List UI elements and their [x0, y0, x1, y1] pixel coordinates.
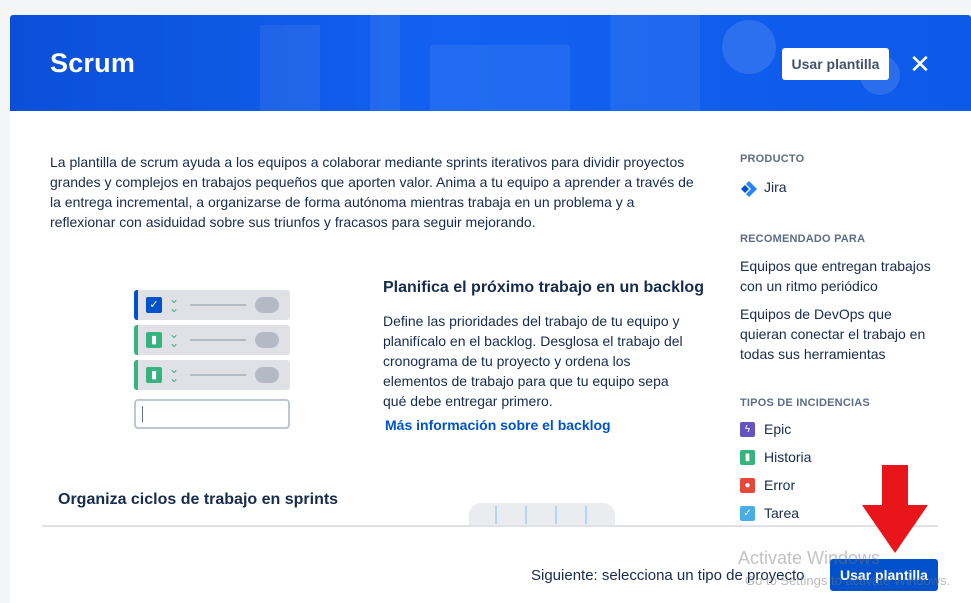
backlog-learn-more-link[interactable]: Más información sobre el backlog: [385, 417, 611, 433]
backlog-row: ▮ ⌄ ⌄: [134, 360, 290, 390]
windows-activation-hint: Go to Settings to activate Windows.: [745, 573, 951, 588]
use-template-button[interactable]: Usar plantilla: [782, 48, 889, 80]
annotation-arrow-icon: [862, 465, 928, 553]
template-modal: Scrum Usar plantilla ✕ La plantilla de s…: [10, 15, 971, 603]
modal-header: Scrum Usar plantilla ✕: [10, 15, 971, 111]
sprints-section-title: Organiza ciclos de trabajo en sprints: [58, 491, 339, 508]
product-heading: PRODUCTO: [740, 153, 805, 165]
chevron-down-icon: ⌄ ⌄: [169, 292, 180, 315]
windows-activation-watermark: Activate Windows: [738, 548, 881, 568]
footer-divider: [42, 525, 938, 527]
product-name: Jira: [764, 179, 787, 195]
recommended-item: Equipos que entregan trabajos con un rit…: [740, 258, 931, 294]
backlog-row: ✓ ⌄ ⌄: [134, 290, 290, 320]
header-decoration: [722, 20, 776, 74]
header-decoration: [370, 15, 400, 111]
recommended-item: Equipos de DevOps que quieran conectar e…: [740, 306, 926, 362]
backlog-row: ▮ ⌄ ⌄: [134, 325, 290, 355]
backlog-illustration: ✓ ⌄ ⌄ ▮ ⌄ ⌄ ▮ ⌄ ⌄: [134, 289, 294, 429]
bug-icon: ●: [740, 478, 755, 493]
backlog-input-illustration: [134, 399, 290, 429]
header-decoration: [260, 25, 320, 111]
check-icon: ✓: [740, 506, 755, 521]
chevron-down-icon: ⌄ ⌄: [169, 362, 180, 385]
close-icon[interactable]: ✕: [906, 51, 934, 79]
sprint-illustration: [469, 503, 615, 527]
backlog-section-title: Planifica el próximo trabajo en un backl…: [383, 279, 704, 296]
lightning-icon: ϟ: [740, 422, 755, 437]
page-title: Scrum: [50, 48, 136, 78]
backlog-section-body: Define las prioridades del trabajo de tu…: [383, 313, 683, 409]
bookmark-icon: ▮: [146, 332, 162, 348]
checkbox-icon: ✓: [146, 297, 162, 313]
issue-types-heading: TIPOS DE INCIDENCIAS: [740, 397, 870, 409]
header-decoration: [430, 45, 570, 111]
bookmark-icon: ▮: [146, 367, 162, 383]
bookmark-icon: ▮: [740, 450, 755, 465]
template-description: La plantilla de scrum ayuda a los equipo…: [50, 154, 694, 230]
recommended-heading: RECOMENDADO PARA: [740, 233, 866, 245]
chevron-down-icon: ⌄ ⌄: [169, 327, 180, 350]
jira-icon: [741, 181, 757, 197]
header-decoration: [610, 15, 700, 111]
